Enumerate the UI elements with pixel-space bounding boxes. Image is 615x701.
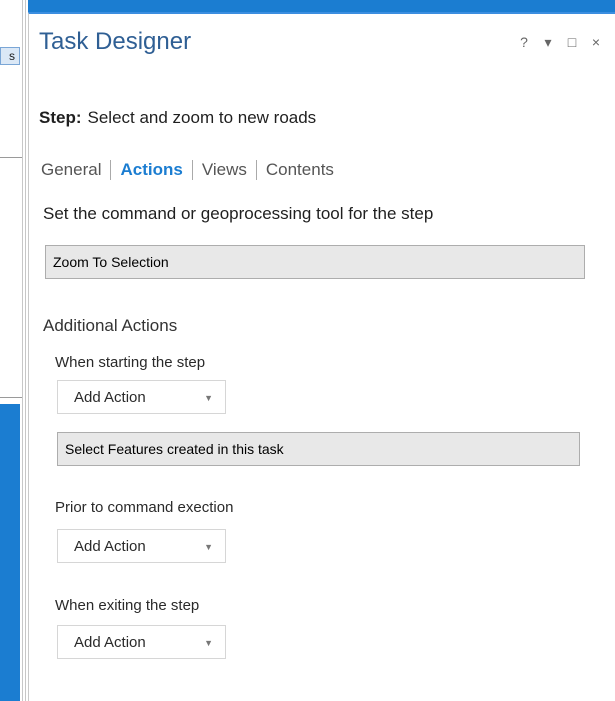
prior-command-label: Prior to command exection: [55, 499, 234, 516]
add-action-dropdown-starting[interactable]: Add Action ▼: [57, 380, 226, 414]
background-blue-area: [0, 404, 20, 701]
command-heading: Set the command or geoprocessing tool fo…: [43, 204, 434, 223]
background-divider: [0, 157, 22, 158]
pane-controls: ? ▾ □ ×: [517, 34, 603, 51]
chevron-down-icon[interactable]: ▾: [541, 34, 555, 50]
tab-views[interactable]: Views: [202, 160, 247, 180]
pane-splitter[interactable]: [22, 0, 23, 701]
maximize-icon[interactable]: □: [565, 34, 579, 50]
command-field[interactable]: Zoom To Selection: [45, 245, 585, 279]
task-designer-pane: Task Designer ? ▾ □ × Step: Select and zo…: [28, 12, 615, 701]
step-label: Step:: [39, 108, 82, 127]
background-tab[interactable]: s: [0, 47, 20, 65]
close-icon[interactable]: ×: [589, 34, 603, 50]
tab-bar: General Actions Views Contents: [41, 160, 334, 180]
tab-separator: [110, 160, 112, 180]
tab-general[interactable]: General: [41, 160, 101, 180]
additional-actions-heading: Additional Actions: [43, 316, 178, 335]
step-name: Select and zoom to new roads: [87, 108, 317, 127]
starting-step-label: When starting the step: [55, 354, 206, 371]
add-action-label: Add Action: [74, 633, 146, 651]
add-action-dropdown-exiting[interactable]: Add Action ▼: [57, 625, 226, 659]
tab-separator: [191, 160, 193, 180]
add-action-dropdown-prior[interactable]: Add Action ▼: [57, 529, 226, 563]
step-header: Step: Select and zoom to new roads: [39, 108, 316, 128]
chevron-down-icon: ▼: [204, 638, 213, 648]
exiting-step-label: When exiting the step: [55, 597, 200, 614]
background-divider: [0, 397, 22, 398]
starting-action-field[interactable]: Select Features created in this task: [57, 432, 580, 466]
help-icon[interactable]: ?: [517, 34, 531, 50]
pane-title: Task Designer: [39, 28, 192, 55]
tab-contents[interactable]: Contents: [266, 160, 334, 180]
tab-actions[interactable]: Actions: [120, 160, 182, 180]
tab-separator: [255, 160, 257, 180]
chevron-down-icon: ▼: [204, 542, 213, 552]
add-action-label: Add Action: [74, 537, 146, 555]
pane-splitter-edge: [25, 0, 26, 701]
background-top-bar: [28, 0, 615, 12]
add-action-label: Add Action: [74, 388, 146, 406]
chevron-down-icon: ▼: [204, 393, 213, 403]
